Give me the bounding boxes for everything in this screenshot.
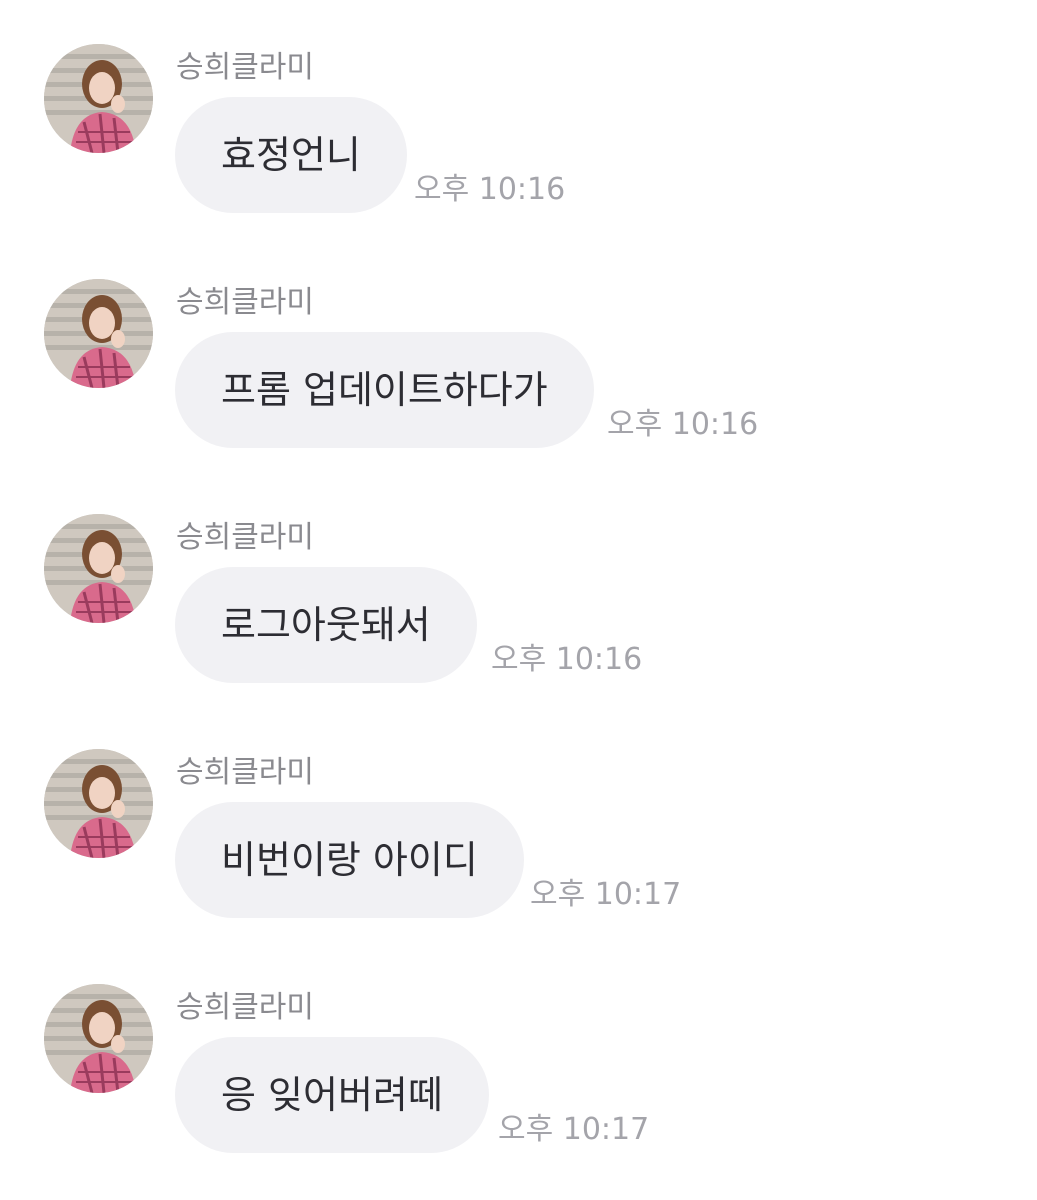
avatar-image — [44, 44, 153, 153]
message-timestamp: 오후 10:16 — [607, 407, 759, 442]
sender-name: 승희클라미 — [176, 755, 314, 790]
message-timestamp: 오후 10:16 — [491, 642, 643, 677]
chat-message: 승희클라미 효정언니 오후 10:16 — [0, 44, 1037, 244]
message-timestamp: 오후 10:16 — [414, 172, 566, 207]
chat-message: 승희클라미 프롬 업데이트하다가 오후 10:16 — [0, 279, 1037, 479]
sender-name: 승희클라미 — [176, 285, 314, 320]
chat-message: 승희클라미 비번이랑 아이디 오후 10:17 — [0, 749, 1037, 949]
message-timestamp: 오후 10:17 — [530, 877, 682, 912]
message-bubble[interactable]: 효정언니 — [175, 97, 407, 213]
sender-name: 승희클라미 — [176, 520, 314, 555]
sender-avatar[interactable] — [44, 279, 153, 388]
message-bubble[interactable]: 비번이랑 아이디 — [175, 802, 524, 918]
avatar-image — [44, 984, 153, 1093]
sender-avatar[interactable] — [44, 514, 153, 623]
sender-avatar[interactable] — [44, 984, 153, 1093]
avatar-image — [44, 279, 153, 388]
sender-name: 승희클라미 — [176, 50, 314, 85]
message-bubble[interactable]: 로그아웃돼서 — [175, 567, 477, 683]
avatar-image — [44, 749, 153, 858]
avatar-image — [44, 514, 153, 623]
chat-message: 승희클라미 응 잊어버려떼 오후 10:17 — [0, 984, 1037, 1184]
message-bubble[interactable]: 프롬 업데이트하다가 — [175, 332, 594, 448]
chat-message: 승희클라미 로그아웃돼서 오후 10:16 — [0, 514, 1037, 714]
message-timestamp: 오후 10:17 — [498, 1112, 650, 1147]
sender-avatar[interactable] — [44, 44, 153, 153]
sender-avatar[interactable] — [44, 749, 153, 858]
sender-name: 승희클라미 — [176, 990, 314, 1025]
message-bubble[interactable]: 응 잊어버려떼 — [175, 1037, 489, 1153]
